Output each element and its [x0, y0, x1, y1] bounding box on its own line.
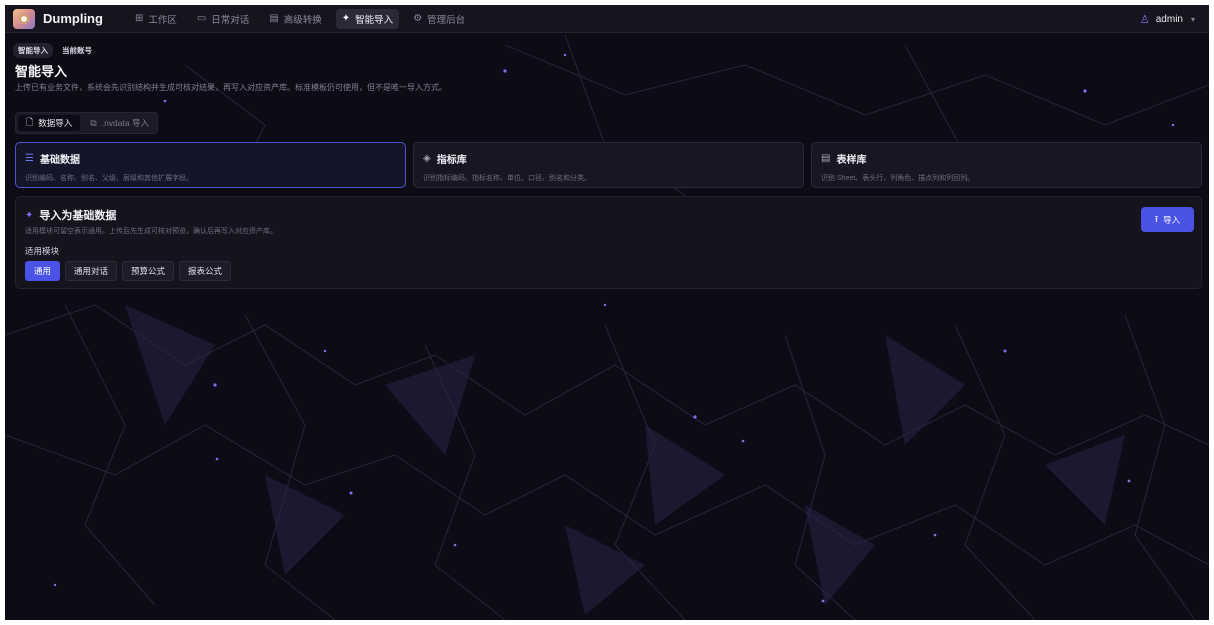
tag-icon: ◈ — [423, 153, 431, 164]
upload-icon: ⭱ — [1154, 213, 1159, 224]
nav-item-workspace[interactable]: ⊞ 工作区 — [129, 9, 183, 29]
main-nav: ⊞ 工作区 ▭ 日常对话 ▤ 高级转换 ✦ 智能导入 ⚙ 管理后台 — [129, 8, 479, 29]
background-mesh — [5, 34, 1209, 620]
nav-item-label: 管理后台 — [427, 14, 466, 26]
import-mode-tabs: 🗋 数据导入 ⧉ .nvdata 导入 — [15, 112, 158, 134]
import-type-cards: ☰ 基础数据 识别编码、名称、别名、父级、层级和其他扩展字段。 ◈ 指标库 识别… — [15, 142, 1209, 188]
card-title: 基础数据 — [39, 155, 80, 166]
user-name: admin — [1155, 13, 1183, 25]
user-icon: ♙ — [1139, 13, 1150, 26]
page-description: 上传已有业务文件，系统会先识别结构并生成可核对结果，再写入对应资产库。标准模板仍… — [15, 83, 447, 92]
nav-item-advanced-convert[interactable]: ▤ 高级转换 — [263, 9, 327, 29]
module-chip-general[interactable]: 通用 — [25, 261, 61, 281]
sparkle-icon: ✦ — [25, 209, 34, 221]
nav-item-label: 日常对话 — [211, 14, 250, 26]
list-icon: ☰ — [25, 153, 34, 164]
table-doc-icon: ▤ — [821, 153, 831, 164]
card-description: 识别 Sheet、表头行、列角色、描点列和列回列。 — [821, 175, 975, 182]
panel-description: 适用模块可留空表示通用。上传后先生成可核对预览，确认后再写入对应资产库。 — [25, 228, 277, 235]
tab-nvdata-import[interactable]: ⧉ .nvdata 导入 — [82, 113, 157, 133]
card-title: 表样库 — [836, 155, 867, 166]
breadcrumb: 智能导入 当前账号 — [13, 43, 101, 58]
document-icon: ▤ — [269, 13, 279, 24]
import-panel: ✦ 导入为基础数据 适用模块可留空表示通用。上传后先生成可核对预览，确认后再写入… — [15, 196, 1202, 289]
module-chips: 通用 通用对话 预算公式 报表公式 — [25, 261, 236, 281]
card-title: 指标库 — [436, 155, 467, 166]
module-chip-budget-formula[interactable]: 预算公式 — [122, 261, 175, 281]
nav-item-label: 高级转换 — [283, 14, 322, 26]
nav-item-admin-console[interactable]: ⚙ 管理后台 — [407, 9, 471, 29]
nav-item-smart-import[interactable]: ✦ 智能导入 — [335, 8, 400, 29]
panel-title: 导入为基础数据 — [39, 210, 117, 222]
card-template-library[interactable]: ▤ 表样库 识别 Sheet、表头行、列角色、描点列和列回列。 — [811, 142, 1202, 188]
import-button[interactable]: ⭱ 导入 — [1141, 207, 1194, 232]
nav-item-daily-chat[interactable]: ▭ 日常对话 — [191, 9, 255, 29]
page-title: 智能导入 — [15, 64, 68, 79]
logo-icon — [13, 8, 35, 29]
tab-label: 数据导入 — [38, 118, 73, 128]
card-description: 识别编码、名称、别名、父级、层级和其他扩展字段。 — [25, 175, 193, 182]
chevron-down-icon: ▾ — [1190, 14, 1195, 24]
gear-icon: ⚙ — [413, 13, 423, 24]
import-button-label: 导入 — [1163, 214, 1181, 225]
module-chip-general-chat[interactable]: 通用对话 — [65, 261, 118, 281]
tab-label: .nvdata 导入 — [101, 118, 149, 128]
card-indicator-library[interactable]: ◈ 指标库 识别指标编码、指标名称、单位、口径、别名和分类。 — [413, 142, 804, 188]
card-description: 识别指标编码、指标名称、单位、口径、别名和分类。 — [423, 175, 591, 182]
file-icon: 🗋 — [26, 117, 34, 127]
app-name: Dumpling — [43, 11, 103, 26]
app-window: Dumpling ⊞ 工作区 ▭ 日常对话 ▤ 高级转换 ✦ 智能导入 ⚙ 管理… — [5, 5, 1209, 620]
nav-item-label: 智能导入 — [355, 14, 394, 26]
brand[interactable]: Dumpling — [13, 8, 103, 29]
card-basic-data[interactable]: ☰ 基础数据 识别编码、名称、别名、父级、层级和其他扩展字段。 — [15, 142, 406, 188]
user-menu[interactable]: ♙ admin ▾ — [1140, 5, 1195, 33]
module-chip-report-formula[interactable]: 报表公式 — [179, 261, 232, 281]
file-copy-icon: ⧉ — [90, 117, 97, 128]
nav-item-label: 工作区 — [148, 14, 177, 26]
chat-icon: ▭ — [196, 13, 207, 24]
module-label: 适用模块 — [25, 246, 60, 256]
sparkle-icon: ✦ — [341, 13, 351, 24]
top-navigation-bar: Dumpling ⊞ 工作区 ▭ 日常对话 ▤ 高级转换 ✦ 智能导入 ⚙ 管理… — [5, 5, 1209, 33]
tab-data-import[interactable]: 🗋 数据导入 — [18, 115, 81, 131]
breadcrumb-item[interactable]: 智能导入 — [13, 43, 53, 58]
grid-icon: ⊞ — [134, 13, 144, 24]
breadcrumb-item: 当前账号 — [62, 46, 92, 55]
